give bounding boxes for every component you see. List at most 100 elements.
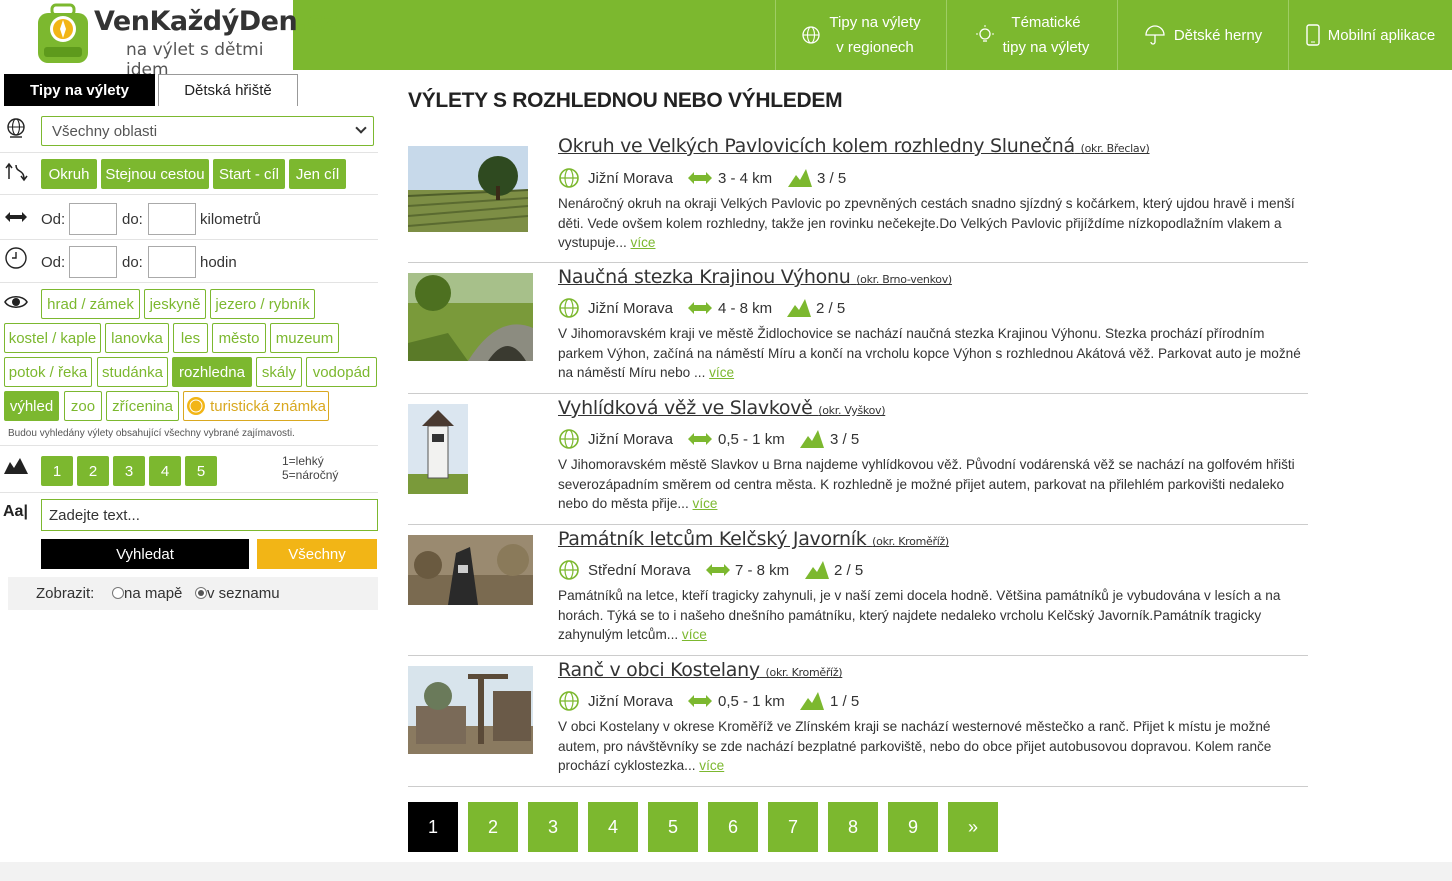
tag-cableway[interactable]: lanovka bbox=[105, 323, 169, 353]
tag-tourist-stamp[interactable]: turistická známka bbox=[183, 391, 329, 421]
trip-thumbnail[interactable] bbox=[408, 666, 533, 754]
tag-cave[interactable]: jeskyně bbox=[144, 289, 206, 319]
tag-spring[interactable]: studánka bbox=[97, 357, 168, 387]
globe-icon bbox=[802, 26, 821, 44]
tag-stream[interactable]: potok / řeka bbox=[4, 357, 92, 387]
difficulty-1-button[interactable]: 1 bbox=[41, 456, 73, 486]
trip-title-link[interactable]: Ranč v obci Kostelany (okr. Kroměříž) bbox=[558, 659, 843, 681]
page-4-button[interactable]: 4 bbox=[588, 802, 638, 852]
difficulty-legend: 1=lehký 5=náročný bbox=[282, 454, 339, 482]
route-start-finish-button[interactable]: Start - cíl bbox=[213, 159, 285, 189]
all-button[interactable]: Všechny bbox=[257, 539, 377, 569]
tag-rocks[interactable]: skály bbox=[256, 357, 302, 387]
route-destination-button[interactable]: Jen cíl bbox=[289, 159, 346, 189]
display-map-option[interactable]: na mapě bbox=[112, 585, 182, 602]
mountain-difficulty-icon bbox=[4, 458, 28, 474]
duration-from-label: Od: bbox=[41, 254, 66, 271]
page-1-button[interactable]: 1 bbox=[408, 802, 458, 852]
logo[interactable]: VenKaždýDen.cz na výlet s dětmi jdem bbox=[0, 0, 338, 80]
region-globe-icon bbox=[559, 168, 579, 188]
tag-castle[interactable]: hrad / zámek bbox=[41, 289, 140, 319]
page-7-button[interactable]: 7 bbox=[768, 802, 818, 852]
page-8-button[interactable]: 8 bbox=[828, 802, 878, 852]
tag-forest[interactable]: les bbox=[173, 323, 208, 353]
trip-item: Okruh ve Velkých Pavlovicích kolem rozhl… bbox=[408, 133, 1308, 263]
distance-from-input[interactable] bbox=[69, 203, 117, 235]
nav-mobile-app[interactable]: Mobilní aplikace bbox=[1288, 0, 1452, 70]
length-arrow-icon bbox=[706, 564, 730, 576]
trip-description: Památníků na letce, kteří tragicky zahyn… bbox=[558, 588, 1281, 642]
tag-zoo[interactable]: zoo bbox=[64, 391, 102, 421]
nav-tips-regions[interactable]: Tipy na výlety v regionech bbox=[775, 0, 946, 70]
length-arrow-icon bbox=[688, 695, 712, 707]
route-same-way-button[interactable]: Stejnou cestou bbox=[101, 159, 209, 189]
site-header: VenKaždýDen.cz na výlet s dětmi jdem Tip… bbox=[0, 0, 1452, 80]
duration-to-input[interactable] bbox=[148, 246, 196, 278]
trip-title-link[interactable]: Vyhlídková věž ve Slavkově (okr. Vyškov) bbox=[558, 397, 886, 419]
next-page-button[interactable]: » bbox=[948, 802, 998, 852]
trip-description: V obci Kostelany v okrese Kroměříž ve Zl… bbox=[558, 719, 1272, 773]
difficulty-3-button[interactable]: 3 bbox=[113, 456, 145, 486]
radio-list[interactable] bbox=[195, 587, 207, 599]
eye-icon bbox=[4, 295, 28, 309]
nav-kids-playrooms[interactable]: Dětské herny bbox=[1117, 0, 1288, 70]
trip-description: V Jihomoravském městě Slavkov u Brna naj… bbox=[558, 457, 1295, 511]
more-link[interactable]: více bbox=[631, 235, 656, 250]
trip-region: Jižní Morava bbox=[588, 693, 674, 710]
trip-title-link[interactable]: Naučná stezka Krajinou Výhonu (okr. Brno… bbox=[558, 266, 952, 288]
more-link[interactable]: více bbox=[693, 496, 718, 511]
tag-church[interactable]: kostel / kaple bbox=[4, 323, 101, 353]
page-5-button[interactable]: 5 bbox=[648, 802, 698, 852]
more-link[interactable]: více bbox=[682, 627, 707, 642]
text-search-icon: Aa| bbox=[3, 503, 28, 520]
search-button[interactable]: Vyhledat bbox=[41, 539, 249, 569]
trip-title-link[interactable]: Památník letcům Kelčský Javorník (okr. K… bbox=[558, 528, 949, 550]
region-row: Všechny oblasti bbox=[0, 108, 378, 153]
logo-title: VenKaždýDen.cz bbox=[94, 6, 338, 37]
tags-note: Budou vyhledány výlety obsahující všechn… bbox=[8, 428, 295, 439]
length-arrow-icon bbox=[688, 302, 712, 314]
difficulty-mountain-icon bbox=[788, 169, 812, 187]
page-9-button[interactable]: 9 bbox=[888, 802, 938, 852]
difficulty-mountain-icon bbox=[787, 299, 811, 317]
trip-meta: Střední Morava 7 - 8 km 2 / 5 bbox=[558, 559, 958, 583]
difficulty-4-button[interactable]: 4 bbox=[149, 456, 181, 486]
route-loop-button[interactable]: Okruh bbox=[41, 159, 97, 189]
tag-waterfall[interactable]: vodopád bbox=[306, 357, 377, 387]
trip-difficulty: 3 / 5 bbox=[830, 431, 860, 448]
more-link[interactable]: více bbox=[699, 758, 724, 773]
more-link[interactable]: více bbox=[709, 365, 734, 380]
trip-thumbnail[interactable] bbox=[408, 535, 533, 605]
nav-thematic-tips[interactable]: Tématické tipy na výlety bbox=[946, 0, 1117, 70]
tag-ruin[interactable]: zřícenina bbox=[106, 391, 179, 421]
trip-meta: Jižní Morava 0,5 - 1 km 3 / 5 bbox=[558, 428, 958, 452]
region-globe-icon bbox=[559, 691, 579, 711]
route-arrows-icon bbox=[5, 162, 28, 182]
display-label: Zobrazit: bbox=[36, 585, 95, 602]
trip-difficulty: 2 / 5 bbox=[834, 562, 864, 579]
tag-view[interactable]: výhled bbox=[4, 391, 59, 421]
trip-thumbnail[interactable] bbox=[408, 273, 533, 361]
tag-lookout-tower[interactable]: rozhledna bbox=[172, 357, 252, 387]
tag-museum[interactable]: muzeum bbox=[270, 323, 339, 353]
page-6-button[interactable]: 6 bbox=[708, 802, 758, 852]
tag-town[interactable]: město bbox=[212, 323, 266, 353]
trip-thumbnail[interactable] bbox=[408, 146, 528, 232]
page-2-button[interactable]: 2 bbox=[468, 802, 518, 852]
distance-to-input[interactable] bbox=[148, 203, 196, 235]
tag-lake[interactable]: jezero / rybník bbox=[210, 289, 315, 319]
tab-trip-tips[interactable]: Tipy na výlety bbox=[4, 74, 155, 106]
trip-thumbnail[interactable] bbox=[408, 404, 468, 494]
tab-playgrounds[interactable]: Dětská hřiště bbox=[158, 74, 298, 106]
duration-from-input[interactable] bbox=[69, 246, 117, 278]
difficulty-5-button[interactable]: 5 bbox=[185, 456, 217, 486]
stamp-coin-icon bbox=[187, 397, 206, 415]
radio-map[interactable] bbox=[112, 587, 124, 599]
region-select[interactable]: Všechny oblasti bbox=[41, 116, 374, 146]
difficulty-mountain-icon bbox=[800, 430, 824, 448]
search-input[interactable]: Zadejte text... bbox=[41, 499, 378, 531]
difficulty-2-button[interactable]: 2 bbox=[77, 456, 109, 486]
trip-title-link[interactable]: Okruh ve Velkých Pavlovicích kolem rozhl… bbox=[558, 135, 1150, 157]
page-3-button[interactable]: 3 bbox=[528, 802, 578, 852]
display-list-option[interactable]: v seznamu bbox=[195, 585, 280, 602]
